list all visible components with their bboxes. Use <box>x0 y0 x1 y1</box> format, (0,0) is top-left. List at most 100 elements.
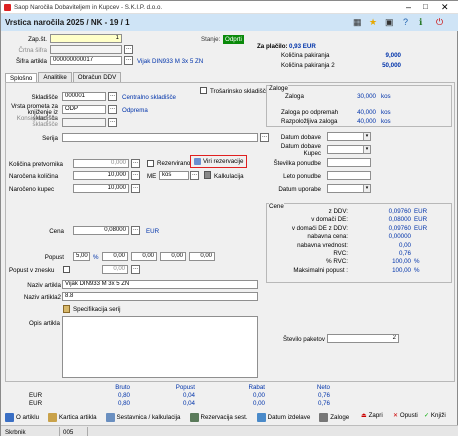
zaloge-button[interactable]: Zaloge <box>319 412 349 422</box>
opusti-button[interactable]: ✕ Opusti <box>393 412 418 419</box>
cene-row: % RVC: 100,00% <box>326 258 420 266</box>
minimize-icon[interactable]: – <box>406 2 411 12</box>
viri-rezervacije-button[interactable]: Viri rezervacije <box>190 155 247 168</box>
popust-znesku-input[interactable]: 0,00 <box>102 265 128 274</box>
razpolozljiva-label: Razpoložljiva zaloga <box>281 118 338 125</box>
vrsta-name: Odprema <box>122 107 148 114</box>
popust-input-2[interactable]: 0,00 <box>102 252 128 261</box>
datum-dobave-input[interactable]: ▾ <box>327 132 371 141</box>
close-icon[interactable]: ✕ <box>441 2 449 13</box>
calendar-icon <box>256 412 266 422</box>
maximize-icon[interactable]: □ <box>423 2 428 11</box>
power-icon[interactable]: ⏻ <box>436 17 443 28</box>
narocena-kolicina-input[interactable]: 10,000 <box>73 171 129 180</box>
rezervirano-checkbox[interactable] <box>147 160 154 167</box>
stevilka-ponudbe-label: Številka ponudbe <box>273 160 321 167</box>
datum-dobave-kupec-input[interactable]: ▾ <box>327 145 371 154</box>
datum-dobave-label: Datum dobave <box>280 134 321 141</box>
kartica-button[interactable]: Kartica artikla <box>48 412 97 422</box>
trosarinsko-checkbox[interactable] <box>200 87 207 94</box>
datum-uporabe-input[interactable]: ▾ <box>327 184 371 193</box>
check-icon: ✓ <box>424 412 430 419</box>
popust-znesku-button[interactable]: ... <box>131 265 140 274</box>
kalkulacija-button[interactable]: Kalkulacija <box>214 173 244 180</box>
sifra-input[interactable]: 000000000017 <box>50 56 122 65</box>
vrsta-input[interactable]: ODP <box>62 105 106 114</box>
totals: Bruto Popust Rabat Neto EUR 0,80 0,04 0,… <box>5 384 455 408</box>
sestavnica-button[interactable]: Sestavnica / kalkulacija <box>105 412 181 422</box>
skladisce-browse-button[interactable]: ... <box>108 92 117 101</box>
kolicina-pretvornika-label: Količina pretvornika <box>9 161 63 168</box>
naziv1-input[interactable]: Vijak DIN933 M 3x 5 ZN <box>62 280 258 289</box>
popust-input-3[interactable]: 0,00 <box>131 252 157 261</box>
totals-row2-popust: 0,04 <box>182 400 195 407</box>
kolicina-pakiranja2-label: Količina pakiranja 2 <box>281 62 335 69</box>
kolicina-pretvornika-input[interactable]: 0,000 <box>73 159 129 168</box>
naziv2-input[interactable]: 8.8 <box>62 292 258 301</box>
cancel-icon: ✕ <box>393 412 399 419</box>
help-icon[interactable]: ? <box>403 17 408 27</box>
viri-label: Viri rezervacije <box>203 158 244 165</box>
konsig-browse-button[interactable]: ... <box>108 118 117 127</box>
cena-label: Cena <box>49 228 64 235</box>
datum-dobave-kupec-dropdown[interactable]: ▾ <box>363 146 370 153</box>
stevilka-ponudbe-input[interactable] <box>327 158 371 167</box>
vrsta-browse-button[interactable]: ... <box>108 105 117 114</box>
konsig-input[interactable] <box>62 118 106 127</box>
serija-input[interactable] <box>62 133 258 142</box>
datum-uporabe-dropdown[interactable]: ▾ <box>363 185 370 192</box>
me-browse-button[interactable]: ... <box>190 171 199 180</box>
tab-analitike[interactable]: Analitike <box>38 72 72 82</box>
reservation-set-icon <box>189 412 199 422</box>
calculator-icon <box>204 171 211 179</box>
info-button-icon <box>5 412 14 422</box>
datum-dobave-dropdown[interactable]: ▾ <box>363 133 370 140</box>
me-input[interactable]: kos <box>159 171 189 180</box>
narocena-kolicina-button[interactable]: ... <box>131 171 140 180</box>
leto-ponudbe-input[interactable] <box>327 171 371 180</box>
zapri-button[interactable]: ⏏ Zapri <box>361 412 383 419</box>
crtna-browse-button[interactable]: ... <box>124 45 133 54</box>
zapst-input[interactable]: 1 <box>50 34 122 43</box>
o-artiklu-button[interactable]: O artiklu <box>5 412 39 422</box>
rezervirano-label: Rezervirano <box>157 160 191 167</box>
skladisce-input[interactable]: 000001 <box>62 92 106 101</box>
popust-input-5[interactable]: 0,00 <box>189 252 215 261</box>
crtna-input[interactable] <box>50 45 122 54</box>
totals-row1-bruto: 0,80 <box>117 392 130 399</box>
leto-ponudbe-label: Leto ponudbe <box>283 173 321 180</box>
cena-input[interactable]: 0,08000 <box>73 226 129 235</box>
info-icon[interactable]: ℹ <box>419 17 422 28</box>
kolicina-pakiranja2-value: 50,000 <box>382 62 401 69</box>
datum-dobave-kupec-label: Datum dobave Kupec <box>280 143 321 157</box>
star-icon[interactable]: ★ <box>369 17 377 28</box>
za-placilo-value: 0,93 EUR <box>289 43 316 50</box>
popust-input-4[interactable]: 0,00 <box>160 252 186 261</box>
cene-row: nabavna cena: 0,00000 <box>307 233 411 241</box>
kolicina-pretvornika-button[interactable]: ... <box>131 159 140 168</box>
naroceno-kupec-input[interactable]: 10,000 <box>73 184 129 193</box>
knjizi-button[interactable]: ✓ Knjiži <box>424 412 446 419</box>
popust-input-1[interactable]: 5,00 <box>73 252 90 261</box>
totals-header-rabat: Rabat <box>248 384 265 391</box>
kolicina-pakiranja-label: Količina pakiranja <box>281 52 330 59</box>
popust-pct: % <box>93 254 99 261</box>
zapst-label: Zap.št. <box>28 36 47 43</box>
paketi-input[interactable]: 2 <box>327 334 399 343</box>
tab-obracun-ddv[interactable]: Obračun DDV <box>72 72 122 82</box>
totals-row2-bruto: 0,80 <box>117 400 130 407</box>
specifikacija-button[interactable]: Specifikacija serij <box>73 306 120 313</box>
popust-znesku-checkbox[interactable] <box>63 266 70 273</box>
za-placilo-label: Za plačilo: <box>257 43 288 50</box>
cena-button[interactable]: ... <box>131 226 140 235</box>
zaloga-label: Zaloga <box>285 93 304 100</box>
status-divider <box>87 427 88 436</box>
grid-icon[interactable]: ▦ <box>353 17 362 28</box>
opis-textarea[interactable] <box>62 316 258 378</box>
paketi-label: Število paketov <box>283 336 325 343</box>
rezervacija-button[interactable]: Rezervacija sest. <box>189 412 248 422</box>
window-icon[interactable]: ▣ <box>385 17 394 28</box>
naroceno-kupec-button[interactable]: ... <box>131 184 140 193</box>
sifra-browse-button[interactable]: ... <box>124 56 133 65</box>
datum-izdelave-button[interactable]: Datum izdelave <box>256 412 310 422</box>
